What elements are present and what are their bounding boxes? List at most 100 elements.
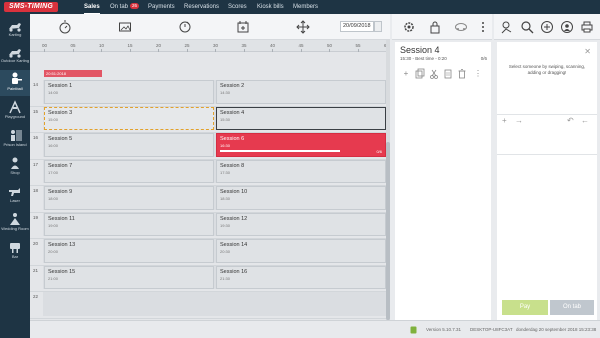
session-name: Session 13	[48, 242, 76, 248]
rail-item-paintball[interactable]: Paintball	[0, 70, 30, 96]
gear-icon[interactable]	[402, 20, 416, 34]
person-search-icon[interactable]	[500, 20, 514, 34]
nav-scores[interactable]: Scores	[228, 0, 247, 14]
top-bar: SMS-TIMING Sales On tab 26 Payments Reser…	[0, 0, 600, 14]
rail-item-outdoor-karting[interactable]: Outdoor Karting	[0, 44, 30, 70]
session-time: 18:30	[220, 196, 231, 201]
session-card[interactable]: Session 15 21:00	[44, 265, 214, 289]
session-time: 17:30	[220, 169, 231, 175]
session-title: Session 4	[400, 45, 440, 55]
session-card[interactable]: Session 9 18:00	[44, 186, 214, 210]
hour-row[interactable]	[43, 292, 386, 316]
nav-members[interactable]: Members	[293, 0, 318, 14]
rail-item-shop[interactable]: Shop	[0, 154, 30, 180]
machine-text: DESKTOP-U8FC3AT	[470, 327, 513, 332]
nav-scores-label: Scores	[228, 4, 247, 10]
timeline-tick-label: 15	[127, 43, 133, 48]
documents-icon[interactable]	[443, 68, 453, 80]
search-icon[interactable]	[520, 20, 534, 34]
session-card[interactable]: Session 12 19:30	[216, 212, 386, 236]
undo-icon[interactable]: ↶	[567, 116, 574, 125]
session-time: 19:00	[48, 222, 59, 228]
activity-rail: Karting Outdoor Karting Paintball Playgr…	[0, 14, 30, 338]
date-field[interactable]: 20/09/2018	[340, 21, 374, 32]
datetime-text: donderdag 20 september 2018 15:23:38	[516, 327, 597, 332]
image-icon[interactable]	[118, 20, 132, 34]
session-name: Session 14	[220, 242, 248, 248]
session-time: 20:00	[48, 249, 59, 254]
nav-reservations[interactable]: Reservations	[184, 0, 219, 14]
nav-kiosk-bills[interactable]: Kiosk bills	[257, 0, 284, 14]
on-tab-badge: 26	[130, 3, 140, 9]
refresh-timer-icon[interactable]	[178, 20, 192, 34]
session-time: 15:30	[220, 116, 231, 122]
hour-label: 14	[33, 82, 39, 87]
hour-label: 19	[33, 214, 39, 220]
nav-payments[interactable]: Payments	[148, 0, 175, 14]
session-card[interactable]: Session 3 15:00	[44, 106, 214, 130]
timeline-tick-label: 40	[270, 43, 276, 48]
timeline-tick-label: 25	[184, 43, 190, 48]
session-card[interactable]: Session 8 17:30	[216, 159, 386, 183]
hour-label: 20	[33, 241, 39, 246]
prison-icon	[11, 130, 22, 141]
printer-icon[interactable]	[580, 20, 594, 34]
hour-label: 16	[33, 135, 39, 140]
close-icon[interactable]: ✕	[584, 47, 591, 56]
version-text: Version 5.10.7.31	[426, 327, 462, 332]
rail-item-prison-island[interactable]: Prison Island	[0, 126, 30, 152]
add-item-icon[interactable]: +	[502, 116, 507, 125]
session-card[interactable]: Session 13 20:00	[44, 239, 214, 263]
session-card[interactable]: Session 7 17:00	[44, 159, 214, 183]
heat-label: 20:51:2018	[44, 70, 102, 77]
panel-divider	[497, 154, 597, 155]
session-card[interactable]: Session 10 18:30	[216, 186, 386, 210]
copy-icon[interactable]	[415, 68, 425, 80]
move-icon[interactable]	[296, 20, 310, 34]
nav-payments-label: Payments	[148, 4, 175, 10]
add-icon[interactable]: +	[401, 68, 411, 80]
rail-item-bar[interactable]: Bar	[0, 238, 30, 264]
session-toolbar	[392, 14, 492, 40]
session-card[interactable]: Session 2 14:30	[216, 80, 386, 104]
date-picker-button[interactable]	[374, 21, 382, 32]
session-actions: + ⋮	[399, 68, 489, 80]
session-card[interactable]: Session 16 21:30	[216, 265, 386, 289]
pay-button[interactable]: Pay	[502, 300, 548, 315]
add-person-icon[interactable]	[540, 20, 554, 34]
scrollbar-thumb[interactable]	[386, 142, 390, 320]
rail-item-karting[interactable]: Karting	[0, 18, 30, 44]
delete-icon[interactable]	[457, 68, 467, 80]
timeline-tick-label: 05	[70, 43, 76, 48]
rail-item-laser[interactable]: Laser	[0, 182, 30, 208]
session-name: Session 6	[220, 136, 245, 142]
timer-icon[interactable]	[58, 20, 72, 34]
group-icon[interactable]	[560, 20, 574, 34]
arrow-right-icon[interactable]: →	[515, 116, 523, 125]
rail-item-playground[interactable]: Playground	[0, 98, 30, 124]
more-options-icon[interactable]: ⋮	[473, 68, 483, 80]
timeline-tick-label: 50	[327, 43, 333, 48]
session-time: 14:00	[48, 90, 59, 95]
session-card[interactable]: Session 4 15:30	[216, 106, 386, 130]
session-card[interactable]: Session 11 19:00	[44, 212, 214, 236]
more-vertical-icon[interactable]	[476, 20, 490, 34]
nav-on-tab[interactable]: On tab 26	[110, 0, 140, 14]
lock-icon[interactable]	[428, 20, 442, 34]
kart-toggle-icon[interactable]	[454, 20, 468, 34]
rail-item-wedding-room[interactable]: Wedding Room	[0, 210, 30, 236]
rail-label-wedding-room: Wedding Room	[1, 226, 29, 231]
session-card[interactable]: Session 5 16:00	[44, 133, 214, 157]
session-count: 0/6	[480, 56, 487, 61]
session-card[interactable]: Session 6 16:30 0/6	[216, 133, 386, 157]
hour-label: 21	[33, 267, 39, 273]
session-subtitle: 15:30 - Best time - 0:20	[400, 56, 447, 61]
session-card[interactable]: Session 1 14:00	[44, 80, 214, 104]
arrow-left-icon[interactable]: ←	[581, 116, 589, 125]
session-time: 16:00	[48, 143, 59, 148]
scissors-icon[interactable]	[429, 68, 439, 80]
nav-sales[interactable]: Sales	[84, 0, 100, 14]
on-tab-button[interactable]: On tab	[550, 300, 594, 315]
calendar-add-icon[interactable]	[236, 20, 250, 34]
session-card[interactable]: Session 14 20:30	[216, 239, 386, 263]
